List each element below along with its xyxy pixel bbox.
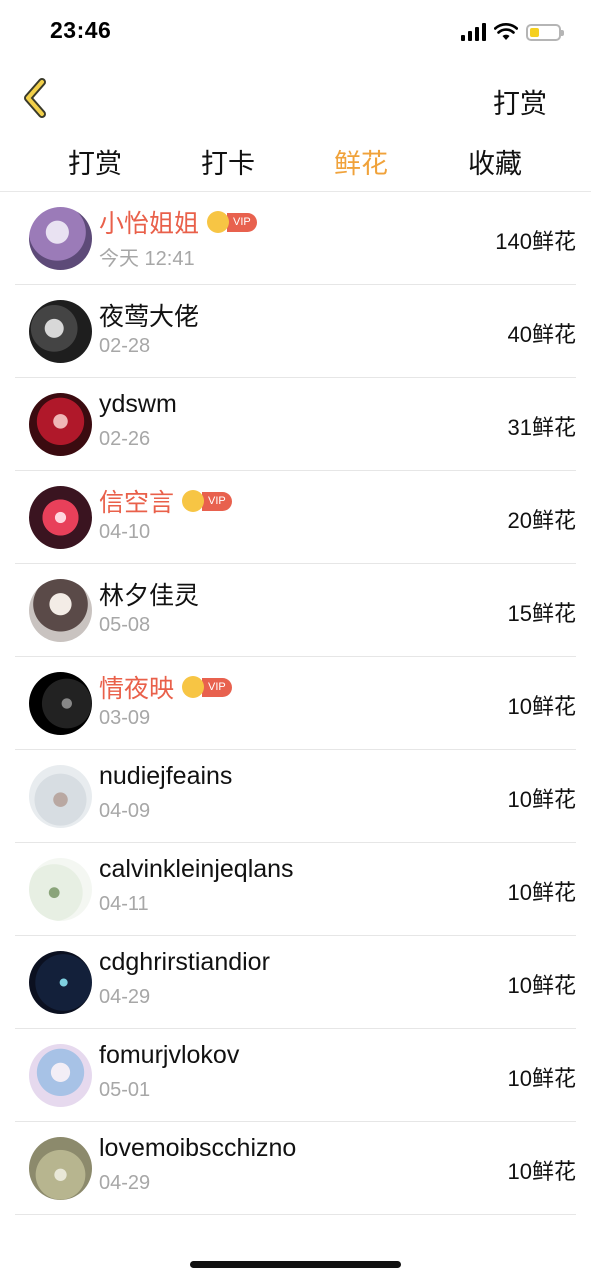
user-name[interactable]: 情夜映 <box>99 669 174 705</box>
wifi-icon <box>494 23 518 40</box>
user-name[interactable]: 林夕佳灵 <box>99 576 199 612</box>
reward-button[interactable]: 打赏 <box>493 82 547 121</box>
battery-icon <box>526 23 564 41</box>
name-line: 小怡姐姐 VIP <box>99 204 257 240</box>
chevron-left-icon <box>24 78 46 118</box>
name-line: lovemoibscchizno <box>99 1134 296 1163</box>
list-item[interactable]: 小怡姐姐 VIP 今天 12:41 140鲜花 <box>15 192 576 285</box>
list-item[interactable]: 情夜映 VIP 03-09 10鲜花 <box>15 657 576 750</box>
name-line: cdghrirstiandior <box>99 948 270 977</box>
avatar[interactable] <box>29 1044 92 1107</box>
timestamp: 05-01 <box>99 1079 151 1101</box>
timestamp: 04-11 <box>99 893 149 915</box>
timestamp: 04-29 <box>99 1172 151 1194</box>
tab-flowers[interactable]: 鲜花 <box>311 142 411 181</box>
avatar[interactable] <box>29 393 92 456</box>
flower-amount: 10鲜花 <box>507 787 576 812</box>
tab-checkin[interactable]: 打卡 <box>178 142 278 181</box>
avatar[interactable] <box>29 300 92 363</box>
name-line: calvinkleinjeqlans <box>99 855 294 884</box>
list-item[interactable]: 夜莺大佬 02-28 40鲜花 <box>15 285 576 378</box>
status-time: 23:46 <box>50 17 112 43</box>
tab-favorites[interactable]: 收藏 <box>445 142 545 181</box>
user-name[interactable]: 夜莺大佬 <box>99 297 199 333</box>
avatar[interactable] <box>29 207 92 270</box>
flower-amount: 31鲜花 <box>507 415 576 440</box>
user-name[interactable]: ydswm <box>99 390 177 419</box>
crown-icon <box>207 210 230 233</box>
flower-amount: 10鲜花 <box>507 973 576 998</box>
user-name[interactable]: nudiejfeains <box>99 762 232 791</box>
timestamp: 04-29 <box>99 986 151 1008</box>
name-line: nudiejfeains <box>99 762 232 791</box>
flower-amount: 10鲜花 <box>507 880 576 905</box>
name-line: 林夕佳灵 <box>99 576 199 612</box>
user-name[interactable]: calvinkleinjeqlans <box>99 855 294 884</box>
avatar[interactable] <box>29 1137 92 1200</box>
name-line: fomurjvlokov <box>99 1041 239 1070</box>
status-bar: 23:46 <box>0 0 591 64</box>
timestamp: 03-09 <box>99 707 151 729</box>
home-indicator[interactable] <box>190 1261 401 1268</box>
user-name[interactable]: lovemoibscchizno <box>99 1134 296 1163</box>
list-item[interactable]: nudiejfeains 04-09 10鲜花 <box>15 750 576 843</box>
name-line: 夜莺大佬 <box>99 297 199 333</box>
user-name[interactable]: 小怡姐姐 <box>99 204 199 240</box>
tab-bar: 打赏 打卡 鲜花 收藏 <box>0 134 591 192</box>
avatar[interactable] <box>29 579 92 642</box>
list-item[interactable]: fomurjvlokov 05-01 10鲜花 <box>15 1029 576 1122</box>
timestamp: 05-08 <box>99 614 151 636</box>
crown-icon <box>182 675 205 698</box>
user-name[interactable]: fomurjvlokov <box>99 1041 239 1070</box>
list-item[interactable]: ydswm 02-26 31鲜花 <box>15 378 576 471</box>
flower-ranking-list: 小怡姐姐 VIP 今天 12:41 140鲜花夜莺大佬 02-28 40鲜花 ydswm 02… <box>0 192 591 1215</box>
flower-amount: 10鲜花 <box>507 1066 576 1091</box>
list-item[interactable]: 信空言 VIP 04-10 20鲜花 <box>15 471 576 564</box>
avatar[interactable] <box>29 486 92 549</box>
avatar[interactable] <box>29 765 92 828</box>
avatar[interactable] <box>29 858 92 921</box>
timestamp: 02-26 <box>99 428 151 450</box>
flower-amount: 20鲜花 <box>507 508 576 533</box>
back-button[interactable] <box>18 76 58 120</box>
avatar[interactable] <box>29 672 92 735</box>
tab-reward[interactable]: 打赏 <box>45 142 145 181</box>
timestamp: 04-09 <box>99 800 151 822</box>
flower-amount: 10鲜花 <box>507 694 576 719</box>
crown-icon <box>182 489 205 512</box>
vip-label: VIP <box>227 212 257 232</box>
user-name[interactable]: cdghrirstiandior <box>99 948 270 977</box>
vip-label: VIP <box>202 677 232 697</box>
timestamp: 04-10 <box>99 521 151 543</box>
nav-bar: 打赏 <box>0 64 591 134</box>
name-line: ydswm <box>99 390 177 419</box>
name-line: 情夜映 VIP <box>99 669 232 705</box>
list-item[interactable]: cdghrirstiandior 04-29 10鲜花 <box>15 936 576 1029</box>
list-item[interactable]: 林夕佳灵 05-08 15鲜花 <box>15 564 576 657</box>
vip-badge: VIP <box>207 210 257 233</box>
avatar[interactable] <box>29 951 92 1014</box>
list-item[interactable]: lovemoibscchizno 04-29 10鲜花 <box>15 1122 576 1215</box>
flower-amount: 10鲜花 <box>507 1159 576 1184</box>
vip-badge: VIP <box>182 675 232 698</box>
status-icons <box>461 20 564 44</box>
timestamp: 02-28 <box>99 335 151 357</box>
cellular-signal-icon <box>461 23 486 41</box>
vip-label: VIP <box>202 491 232 511</box>
flower-amount: 140鲜花 <box>495 229 576 254</box>
name-line: 信空言 VIP <box>99 483 232 519</box>
flower-amount: 40鲜花 <box>507 322 576 347</box>
vip-badge: VIP <box>182 489 232 512</box>
timestamp: 今天 12:41 <box>99 248 195 270</box>
list-item[interactable]: calvinkleinjeqlans 04-11 10鲜花 <box>15 843 576 936</box>
user-name[interactable]: 信空言 <box>99 483 174 519</box>
flower-amount: 15鲜花 <box>507 601 576 626</box>
